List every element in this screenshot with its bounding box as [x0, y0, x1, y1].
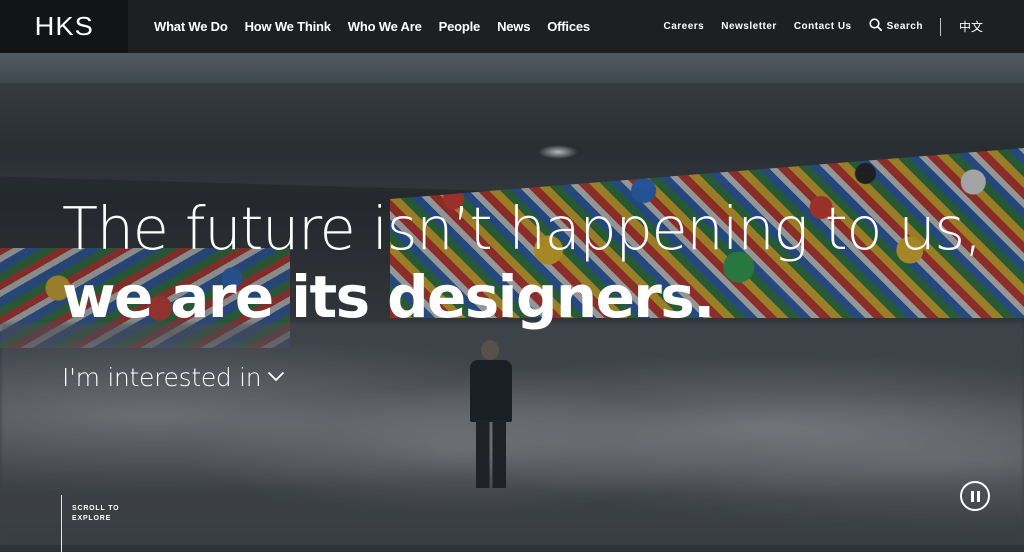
logo: HKS	[34, 11, 94, 41]
hero-headline: The future isn’t happening to us, we are…	[62, 194, 983, 332]
search-icon	[869, 17, 882, 36]
hero-bottom-edge	[0, 545, 1024, 552]
newsletter-link[interactable]: Newsletter	[721, 21, 777, 32]
pause-button[interactable]	[960, 481, 990, 511]
headline-line-2: we are its designers.	[62, 263, 715, 331]
language-switch[interactable]: 中文	[959, 18, 983, 35]
interest-dropdown[interactable]: I'm interested in	[62, 363, 285, 392]
site-header: HKS What We Do How We Think Who We Are P…	[0, 0, 1024, 53]
scroll-label-line-2: EXPLORE	[72, 515, 112, 522]
logo-link[interactable]: HKS	[0, 0, 128, 53]
nav-item-people[interactable]: People	[439, 19, 481, 34]
search-label: Search	[886, 21, 923, 32]
chevron-down-icon	[267, 369, 285, 387]
nav-item-news[interactable]: News	[497, 19, 530, 34]
nav-item-how-we-think[interactable]: How We Think	[245, 19, 331, 34]
nav-item-what-we-do[interactable]: What We Do	[154, 19, 228, 34]
contact-link[interactable]: Contact Us	[794, 21, 852, 32]
scroll-indicator-line	[61, 495, 62, 552]
pause-icon	[970, 490, 980, 502]
utility-nav: Careers Newsletter Contact Us Search 中文	[663, 0, 1024, 53]
main-nav: What We Do How We Think Who We Are Peopl…	[154, 19, 590, 34]
nav-divider	[939, 17, 941, 36]
scroll-to-explore[interactable]: SCROLL TO EXPLORE	[72, 504, 132, 524]
interest-label: I'm interested in	[62, 363, 262, 392]
careers-link[interactable]: Careers	[663, 21, 704, 32]
search-button[interactable]: Search	[869, 17, 923, 36]
nav-item-who-we-are[interactable]: Who We Are	[348, 19, 422, 34]
nav-item-offices[interactable]: Offices	[547, 19, 590, 34]
headline-line-1: The future isn’t happening to us,	[62, 194, 983, 263]
scroll-label-line-1: SCROLL TO	[72, 505, 120, 512]
